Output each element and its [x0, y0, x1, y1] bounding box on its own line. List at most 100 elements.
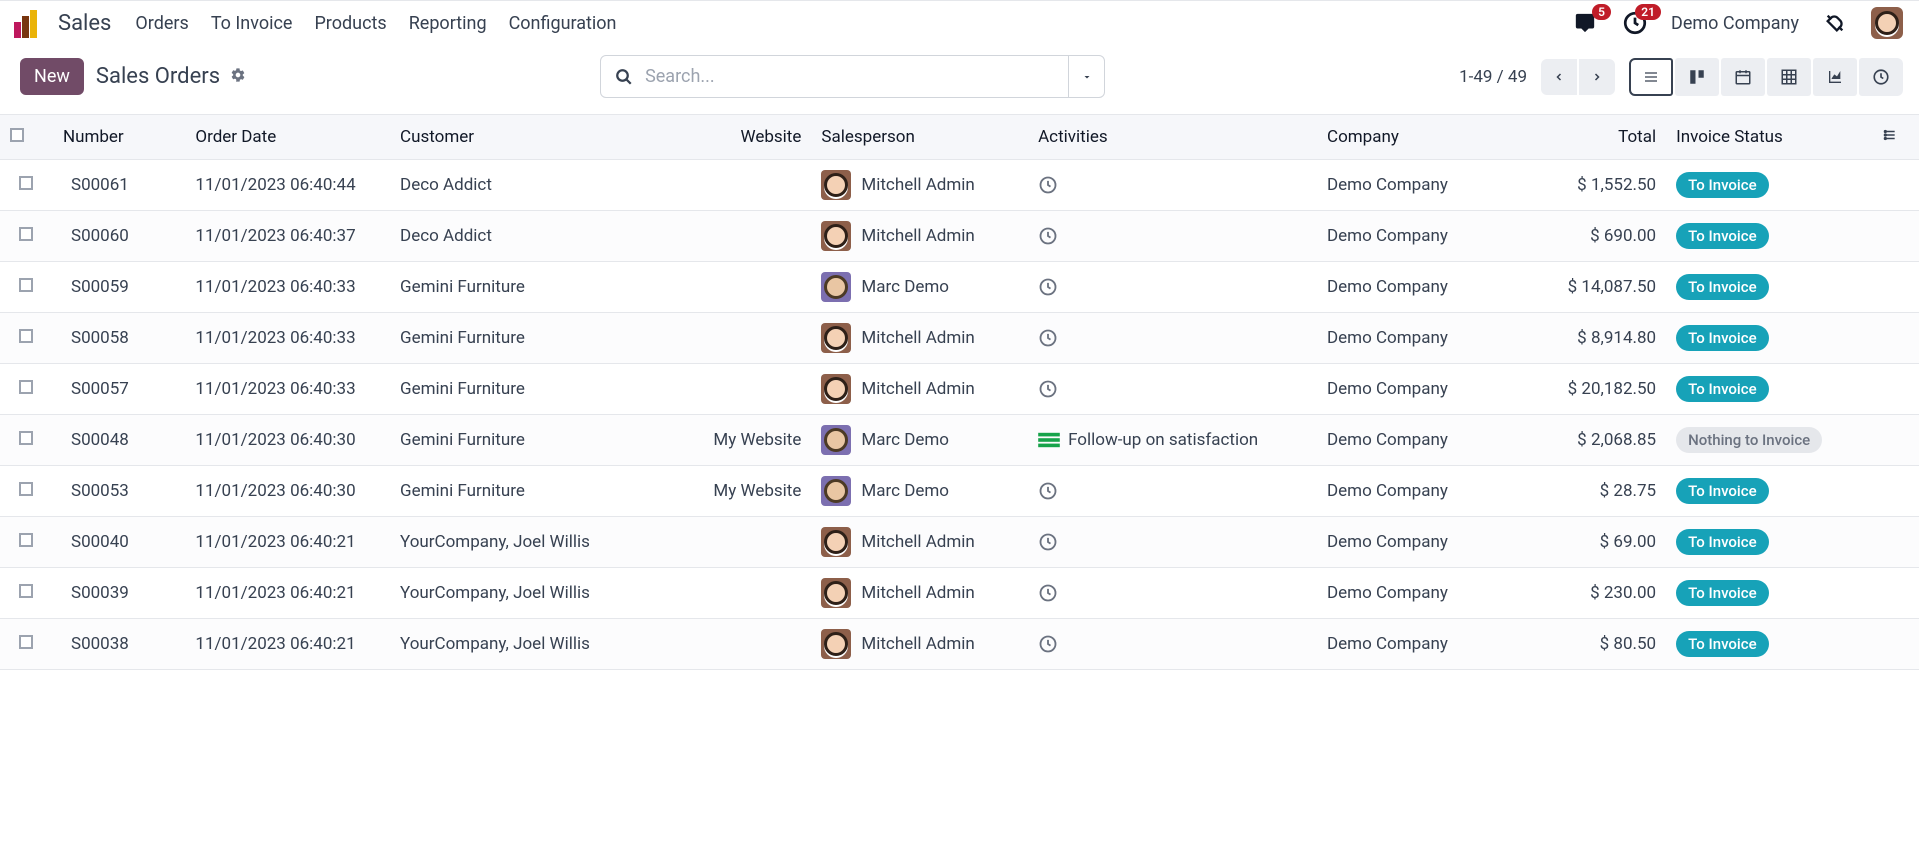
clock-icon[interactable]	[1038, 481, 1058, 501]
col-invoice-status[interactable]: Invoice Status	[1666, 115, 1871, 160]
cell-total: $ 8,914.80	[1522, 313, 1666, 364]
table-row[interactable]: S0005711/01/2023 06:40:33Gemini Furnitur…	[0, 364, 1919, 415]
row-checkbox[interactable]	[19, 227, 33, 241]
view-calendar-button[interactable]	[1721, 58, 1765, 96]
clock-icon[interactable]	[1038, 328, 1058, 348]
cell-company: Demo Company	[1317, 568, 1522, 619]
col-total[interactable]: Total	[1522, 115, 1666, 160]
cell-status: Nothing to Invoice	[1666, 415, 1871, 466]
col-salesperson[interactable]: Salesperson	[811, 115, 1028, 160]
messages-icon[interactable]: 5	[1571, 10, 1599, 36]
cell-customer: YourCompany, Joel Willis	[390, 517, 679, 568]
table-row[interactable]: S0005811/01/2023 06:40:33Gemini Furnitur…	[0, 313, 1919, 364]
col-website[interactable]: Website	[679, 115, 811, 160]
table-header-row: Number Order Date Customer Website Sales…	[0, 115, 1919, 160]
row-checkbox[interactable]	[19, 482, 33, 496]
salesperson-avatar	[821, 221, 851, 251]
clock-icon[interactable]	[1038, 634, 1058, 654]
cell-total: $ 230.00	[1522, 568, 1666, 619]
clock-icon[interactable]	[1038, 583, 1058, 603]
cell-status: To Invoice	[1666, 364, 1871, 415]
status-badge: To Invoice	[1676, 580, 1769, 606]
status-badge: To Invoice	[1676, 478, 1769, 504]
clock-icon[interactable]	[1038, 532, 1058, 552]
nav-reporting[interactable]: Reporting	[409, 13, 487, 34]
table-row[interactable]: S0005311/01/2023 06:40:30Gemini Furnitur…	[0, 466, 1919, 517]
table-row[interactable]: S0004811/01/2023 06:40:30Gemini Furnitur…	[0, 415, 1919, 466]
row-checkbox[interactable]	[19, 584, 33, 598]
debug-icon[interactable]	[1821, 10, 1849, 36]
cell-website	[679, 313, 811, 364]
salesperson-avatar	[821, 527, 851, 557]
cell-salesperson: Mitchell Admin	[811, 568, 1028, 619]
nav-to-invoice[interactable]: To Invoice	[211, 13, 293, 34]
cell-number: S00058	[53, 313, 185, 364]
cell-status: To Invoice	[1666, 517, 1871, 568]
cell-date: 11/01/2023 06:40:21	[185, 619, 390, 670]
view-pivot-button[interactable]	[1767, 58, 1811, 96]
table-row[interactable]: S0003811/01/2023 06:40:21YourCompany, Jo…	[0, 619, 1919, 670]
status-badge: To Invoice	[1676, 172, 1769, 198]
row-checkbox[interactable]	[19, 329, 33, 343]
pager-text[interactable]: 1-49 / 49	[1459, 67, 1527, 87]
nav-orders[interactable]: Orders	[135, 13, 188, 34]
cell-customer: Gemini Furniture	[390, 262, 679, 313]
cell-total: $ 2,068.85	[1522, 415, 1666, 466]
view-kanban-button[interactable]	[1675, 58, 1719, 96]
checkbox-all[interactable]	[10, 128, 24, 142]
col-customer[interactable]: Customer	[390, 115, 679, 160]
table-row[interactable]: S0005911/01/2023 06:40:33Gemini Furnitur…	[0, 262, 1919, 313]
cell-date: 11/01/2023 06:40:30	[185, 466, 390, 517]
col-number[interactable]: Number	[53, 115, 185, 160]
pager-next-button[interactable]	[1579, 59, 1615, 95]
new-button[interactable]: New	[20, 58, 84, 95]
row-checkbox[interactable]	[19, 431, 33, 445]
col-order-date[interactable]: Order Date	[185, 115, 390, 160]
table-row[interactable]: S0006011/01/2023 06:40:37Deco AddictMitc…	[0, 211, 1919, 262]
view-graph-button[interactable]	[1813, 58, 1857, 96]
cell-customer: Deco Addict	[390, 160, 679, 211]
gear-icon[interactable]	[230, 67, 246, 87]
row-checkbox[interactable]	[19, 380, 33, 394]
row-checkbox[interactable]	[19, 635, 33, 649]
clock-icon[interactable]	[1038, 175, 1058, 195]
cell-salesperson: Mitchell Admin	[811, 160, 1028, 211]
app-name[interactable]: Sales	[58, 11, 111, 36]
cell-activity	[1028, 262, 1317, 313]
table-row[interactable]: S0004011/01/2023 06:40:21YourCompany, Jo…	[0, 517, 1919, 568]
actionbar: New Sales Orders 1-49 / 49	[0, 45, 1919, 114]
pager-buttons	[1541, 59, 1615, 95]
nav-links: Orders To Invoice Products Reporting Con…	[135, 13, 616, 34]
row-checkbox[interactable]	[19, 278, 33, 292]
clock-icon[interactable]	[1038, 226, 1058, 246]
table-row[interactable]: S0006111/01/2023 06:40:44Deco AddictMitc…	[0, 160, 1919, 211]
cell-total: $ 80.50	[1522, 619, 1666, 670]
app-logo-icon[interactable]	[14, 8, 44, 38]
user-avatar[interactable]	[1871, 7, 1903, 39]
cell-total: $ 28.75	[1522, 466, 1666, 517]
view-activity-button[interactable]	[1859, 58, 1903, 96]
nav-configuration[interactable]: Configuration	[509, 13, 617, 34]
activities-badge: 21	[1635, 4, 1661, 20]
table-row[interactable]: S0003911/01/2023 06:40:21YourCompany, Jo…	[0, 568, 1919, 619]
activities-icon[interactable]: 21	[1621, 10, 1649, 36]
company-selector[interactable]: Demo Company	[1671, 13, 1799, 34]
col-company[interactable]: Company	[1317, 115, 1522, 160]
clock-icon[interactable]	[1038, 277, 1058, 297]
salesperson-avatar	[821, 374, 851, 404]
search-input[interactable]	[645, 66, 1054, 87]
col-activities[interactable]: Activities	[1028, 115, 1317, 160]
search-options-toggle[interactable]	[1068, 56, 1104, 97]
cell-activity	[1028, 466, 1317, 517]
pager-prev-button[interactable]	[1541, 59, 1577, 95]
optional-columns-icon[interactable]	[1881, 127, 1899, 147]
view-list-button[interactable]	[1629, 58, 1673, 96]
cell-customer: Gemini Furniture	[390, 364, 679, 415]
cell-company: Demo Company	[1317, 160, 1522, 211]
topbar: Sales Orders To Invoice Products Reporti…	[0, 0, 1919, 45]
clock-icon[interactable]	[1038, 379, 1058, 399]
nav-products[interactable]: Products	[314, 13, 386, 34]
row-checkbox[interactable]	[19, 176, 33, 190]
task-icon[interactable]	[1038, 431, 1060, 449]
row-checkbox[interactable]	[19, 533, 33, 547]
